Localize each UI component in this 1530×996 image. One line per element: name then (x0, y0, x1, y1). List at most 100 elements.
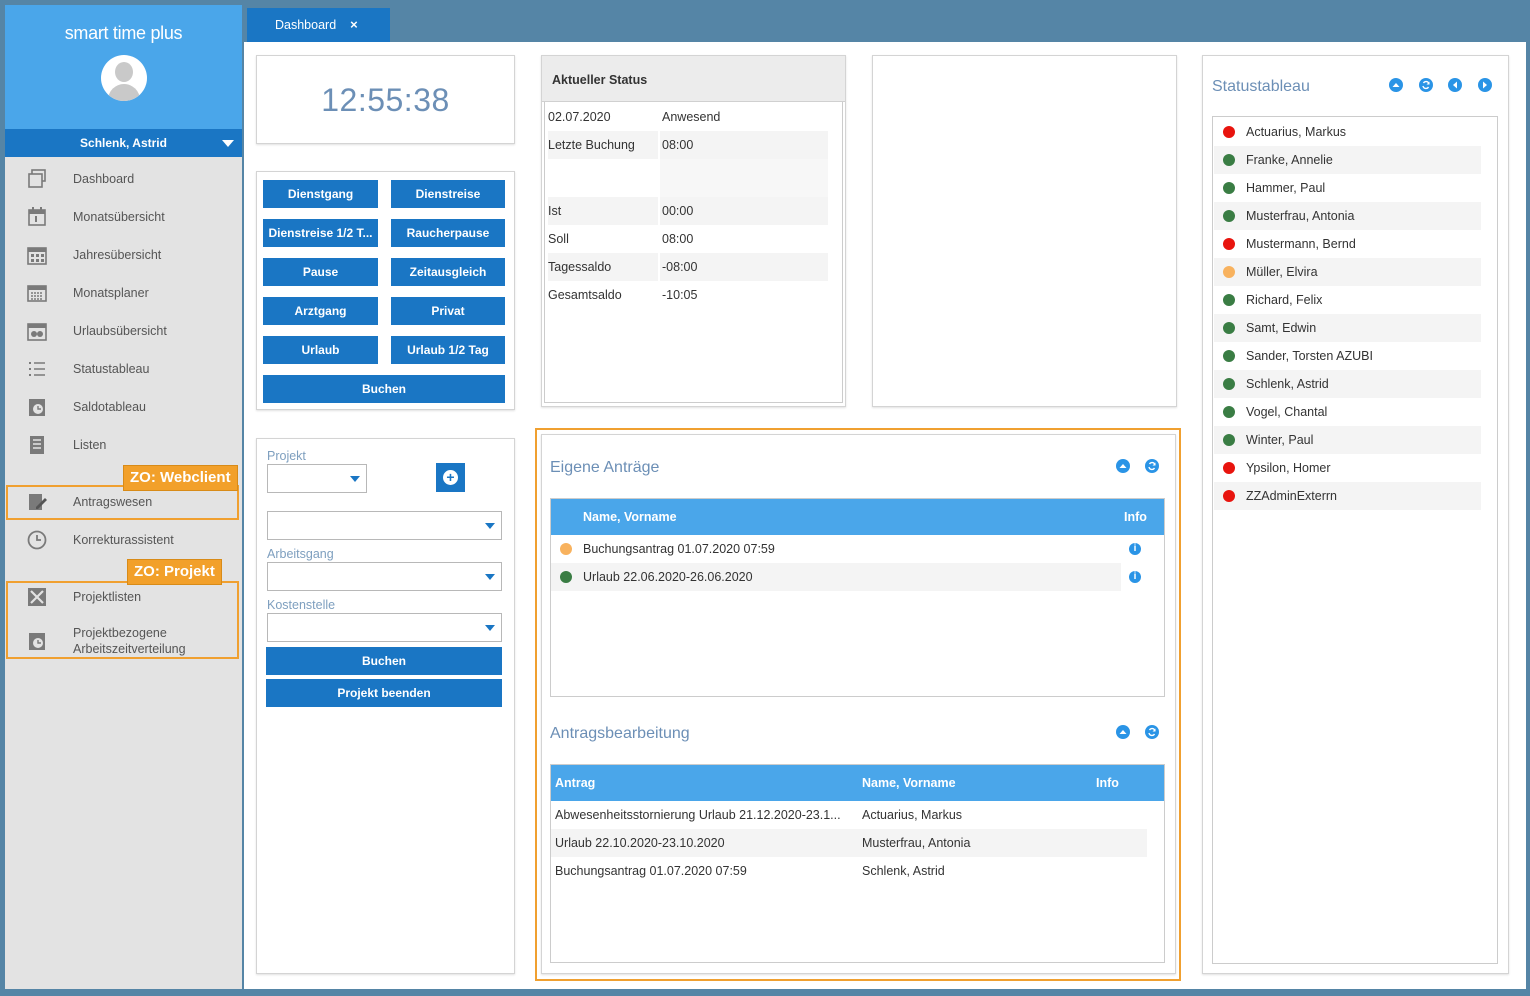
sidebar-item-urlaubsuebersicht[interactable]: Urlaubsübersicht (5, 316, 242, 346)
clock-icon (26, 529, 48, 551)
next-icon[interactable] (1478, 78, 1492, 92)
col-info-header: Info (1124, 510, 1147, 524)
projekt-select[interactable] (267, 464, 367, 493)
status-value: 00:00 (660, 197, 828, 225)
table-row[interactable]: Urlaub 22.06.2020-26.06.2020 (551, 563, 1121, 591)
tab-dashboard[interactable]: Dashboard × (247, 8, 390, 42)
list-item[interactable]: ZZAdminExterrn (1214, 482, 1481, 510)
list-item[interactable]: Samt, Edwin (1214, 314, 1481, 342)
previous-icon[interactable] (1448, 78, 1462, 92)
callout-projekt: ZO: Projekt (127, 559, 222, 585)
buchen-button[interactable]: Buchen (263, 375, 505, 403)
eigene-antraege-title: Eigene Anträge (550, 459, 660, 476)
status-dot (1223, 490, 1235, 502)
list-item[interactable]: Sander, Torsten AZUBI (1214, 342, 1481, 370)
raucherpause-button[interactable]: Raucherpause (391, 219, 505, 247)
privat-button[interactable]: Privat (391, 297, 505, 325)
person-name: Samt, Edwin (1246, 321, 1317, 335)
table-row[interactable]: Urlaub 22.10.2020-23.10.2020 Musterfrau,… (551, 829, 1147, 857)
list-item[interactable]: Franke, Annelie (1214, 146, 1481, 174)
antragsbearbeitung-title: Antragsbearbeitung (550, 725, 690, 742)
antrag-cell: Buchungsantrag 01.07.2020 07:59 (555, 864, 747, 878)
list-item[interactable]: Actuarius, Markus (1214, 118, 1481, 146)
refresh-icon[interactable] (1145, 459, 1159, 473)
status-value: -10:05 (662, 288, 698, 302)
person-name: Mustermann, Bernd (1246, 237, 1356, 251)
person-name: Vogel, Chantal (1246, 405, 1328, 419)
collapse-up-icon[interactable] (1116, 459, 1130, 473)
dienstreise-half-button[interactable]: Dienstreise 1/2 T... (263, 219, 378, 247)
sidebar-item-listen[interactable]: Listen (5, 430, 242, 460)
refresh-icon[interactable] (1145, 725, 1159, 739)
project-book-button[interactable]: Buchen (266, 647, 502, 675)
list-item[interactable]: Winter, Paul (1214, 426, 1481, 454)
sub-project-select[interactable] (267, 511, 502, 540)
list-item[interactable]: Schlenk, Astrid (1214, 370, 1481, 398)
chevron-down-icon (485, 574, 495, 580)
info-icon[interactable]: i (1129, 571, 1141, 583)
table-header: Name, Vorname Info (551, 499, 1164, 535)
project-finish-button[interactable]: Projekt beenden (266, 679, 502, 707)
person-name: Schlenk, Astrid (1246, 377, 1329, 391)
urlaub-button[interactable]: Urlaub (263, 336, 378, 364)
status-dot (1223, 126, 1235, 138)
sidebar-item-label: Monatsübersicht (73, 210, 165, 224)
sidebar-header: smart time plus (5, 5, 242, 129)
dienstreise-button[interactable]: Dienstreise (391, 180, 505, 208)
arztgang-button[interactable]: Arztgang (263, 297, 378, 325)
sidebar-item-saldotableau[interactable]: Saldotableau (5, 392, 242, 422)
clock-calendar-icon (26, 396, 48, 418)
info-icon[interactable]: i (1129, 543, 1141, 555)
list-item[interactable]: Musterfrau, Antonia (1214, 202, 1481, 230)
sidebar-item-label: Statustableau (73, 362, 150, 376)
urlaub-half-button[interactable]: Urlaub 1/2 Tag (391, 336, 505, 364)
tab-label: Dashboard (275, 18, 337, 32)
sidebar-item-monatsplaner[interactable]: Monatsplaner (5, 278, 242, 308)
add-project-button[interactable]: + (436, 463, 465, 492)
user-selector[interactable]: Schlenk, Astrid (5, 129, 242, 157)
refresh-icon[interactable] (1419, 78, 1433, 92)
status-value: 08:00 (660, 131, 828, 159)
close-icon[interactable]: × (350, 17, 358, 32)
collapse-up-icon[interactable] (1116, 725, 1130, 739)
table-row[interactable]: Buchungsantrag 01.07.2020 07:59 Schlenk,… (551, 857, 1063, 885)
col-info-header: Info (1096, 776, 1119, 790)
table-header: Antrag Name, Vorname Info (551, 765, 1164, 801)
sidebar-item-statustableau[interactable]: Statustableau (5, 354, 242, 384)
col-antrag-header: Antrag (555, 776, 596, 790)
clock-panel: 12:55:38 (256, 55, 515, 144)
sidebar-item-monatsuebersicht[interactable]: Monatsübersicht (5, 202, 242, 232)
pause-button[interactable]: Pause (263, 258, 378, 286)
status-key: Letzte Buchung (548, 131, 658, 159)
callout-webclient: ZO: Webclient (123, 465, 238, 491)
table-row[interactable]: Abwesenheitsstornierung Urlaub 21.12.202… (551, 801, 1147, 829)
calendar-year-icon (26, 244, 48, 266)
list-item[interactable]: Hammer, Paul (1214, 174, 1481, 202)
kostenstelle-select[interactable] (267, 613, 502, 642)
status-key: 02.07.2020 (548, 110, 611, 124)
status-key (548, 159, 658, 197)
arbeitsgang-label: Arbeitsgang (267, 547, 334, 561)
status-key: Soll (548, 232, 569, 246)
empty-panel (872, 55, 1177, 407)
list-item[interactable]: Müller, Elvira (1214, 258, 1481, 286)
status-dot (1223, 378, 1235, 390)
name-cell: Schlenk, Astrid (862, 864, 945, 878)
table-row[interactable]: Buchungsantrag 01.07.2020 07:59 (551, 535, 1121, 563)
chevron-down-icon (350, 476, 360, 482)
sidebar-item-korrekturassistent[interactable]: Korrekturassistent (5, 525, 242, 555)
dienstgang-button[interactable]: Dienstgang (263, 180, 378, 208)
sidebar-item-label: Urlaubsübersicht (73, 324, 167, 338)
list-item[interactable]: Richard, Felix (1214, 286, 1481, 314)
zeitausgleich-button[interactable]: Zeitausgleich (391, 258, 505, 286)
sidebar-item-label: Saldotableau (73, 400, 146, 414)
arbeitsgang-select[interactable] (267, 562, 502, 591)
sidebar-item-dashboard[interactable]: Dashboard (5, 164, 242, 194)
person-name: ZZAdminExterrn (1246, 489, 1337, 503)
list-item[interactable]: Ypsilon, Homer (1214, 454, 1481, 482)
collapse-up-icon[interactable] (1389, 78, 1403, 92)
list-item[interactable]: Mustermann, Bernd (1214, 230, 1481, 258)
sidebar-item-jahresuebersicht[interactable]: Jahresübersicht (5, 240, 242, 270)
list-item[interactable]: Vogel, Chantal (1214, 398, 1481, 426)
antrag-text: Buchungsantrag 01.07.2020 07:59 (583, 542, 775, 556)
